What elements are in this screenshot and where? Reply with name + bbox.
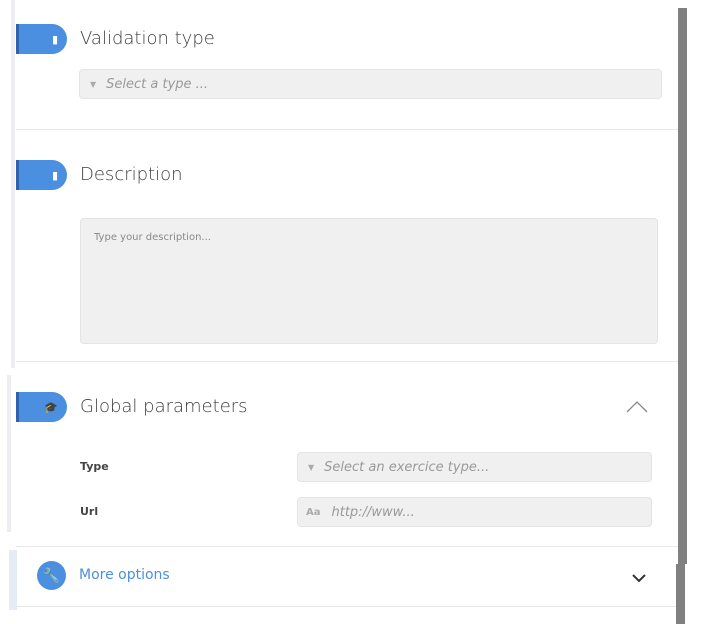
- scrollbar[interactable]: [678, 8, 687, 564]
- caret-down-icon: ▼: [90, 79, 97, 89]
- divider: [16, 546, 678, 547]
- description-textarea[interactable]: Type your description...: [80, 218, 658, 344]
- select-placeholder: Select an exercice type...: [324, 459, 490, 475]
- left-border: [7, 375, 11, 532]
- wrench-icon: 🔧: [37, 561, 66, 590]
- collapse-chevron-up-icon[interactable]: [624, 398, 650, 414]
- book-icon: ▮: [16, 160, 67, 190]
- graduation-cap-icon: 🎓: [16, 392, 67, 422]
- type-label: Type: [80, 460, 109, 473]
- divider: [16, 129, 678, 130]
- global-parameters-title: Global parameters: [80, 396, 248, 417]
- divider: [16, 606, 678, 607]
- description-title: Description: [80, 164, 183, 185]
- book-icon: ▮: [16, 24, 67, 54]
- validation-type-select[interactable]: ▼ Select a type ...: [79, 69, 662, 99]
- expand-chevron-down-icon[interactable]: [630, 570, 648, 584]
- input-placeholder: http://www...: [331, 504, 415, 520]
- left-border: [11, 0, 15, 368]
- select-placeholder: Select a type ...: [106, 76, 209, 92]
- left-border: [9, 550, 17, 610]
- text-type-icon: Aa: [306, 506, 321, 518]
- divider: [16, 361, 678, 362]
- url-label: Url: [80, 505, 99, 518]
- validation-type-title: Validation type: [80, 28, 215, 49]
- scrollbar[interactable]: [676, 564, 685, 624]
- textarea-placeholder: Type your description...: [94, 232, 211, 243]
- more-options-toggle[interactable]: More options: [79, 567, 170, 583]
- exercise-type-select[interactable]: ▼ Select an exercice type...: [297, 452, 652, 482]
- caret-down-icon: ▼: [308, 462, 315, 472]
- url-input[interactable]: Aa http://www...: [297, 497, 652, 527]
